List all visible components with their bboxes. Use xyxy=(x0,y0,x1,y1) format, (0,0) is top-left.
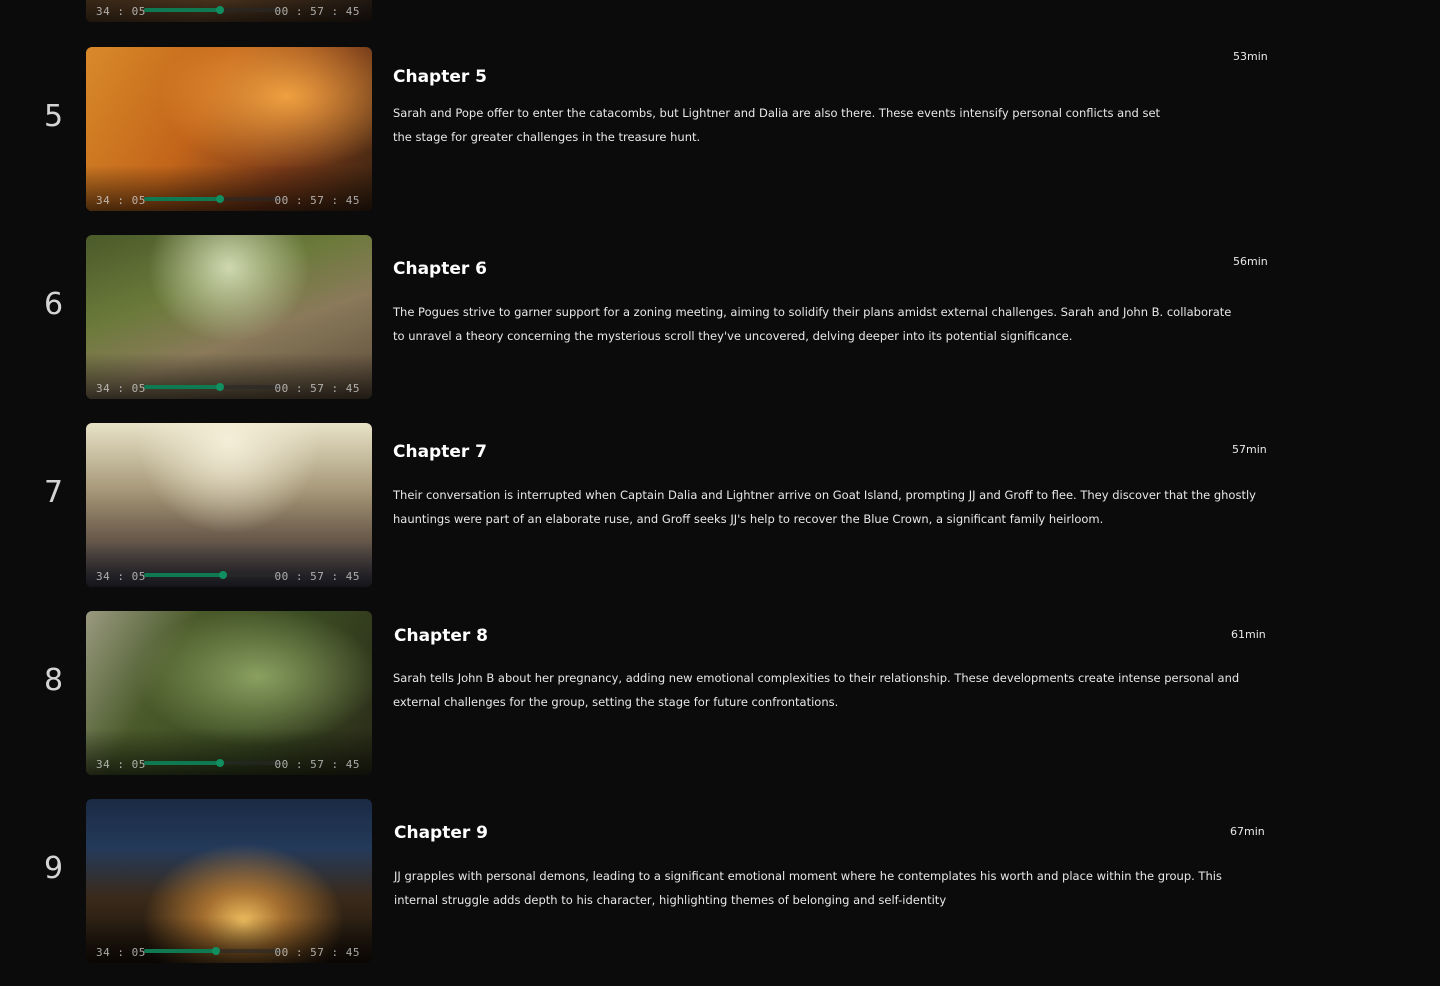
episode-duration: 61min xyxy=(1231,628,1266,641)
episode-duration: 67min xyxy=(1230,825,1265,838)
episode-description: JJ grapples with personal demons, leadin… xyxy=(394,869,1222,907)
progress-bar[interactable] xyxy=(144,6,282,14)
time-elapsed: 34 : 05 xyxy=(96,570,146,583)
episode-duration: 56min xyxy=(1233,255,1268,268)
episode-number: 9 xyxy=(44,851,64,886)
episode-description: Sarah tells John B about her pregnancy, … xyxy=(393,671,1240,709)
time-elapsed: 34 : 05 xyxy=(96,946,146,959)
episode-number: 5 xyxy=(44,99,64,134)
episode-duration: 53min xyxy=(1233,50,1268,63)
episode-thumbnail-partial[interactable]: 34 : 05 00 : 57 : 45 xyxy=(86,0,372,22)
progress-bar[interactable] xyxy=(144,571,282,579)
time-total: 00 : 57 : 45 xyxy=(274,758,360,771)
episode-row[interactable]: 5 34 : 05 00 : 57 : 45 Chapter 5 Sarah a… xyxy=(0,47,1440,211)
episode-title: Chapter 5 xyxy=(393,67,488,87)
episode-description: Their conversation is interrupted when C… xyxy=(393,488,1256,526)
progress-bar[interactable] xyxy=(144,195,282,203)
progress-fill xyxy=(144,197,220,201)
time-elapsed: 34 : 05 xyxy=(96,758,146,771)
time-total: 00 : 57 : 45 xyxy=(274,946,360,959)
episode-number: 7 xyxy=(44,475,64,510)
episode-thumbnail[interactable]: 34 : 05 00 : 57 : 45 xyxy=(86,47,372,211)
progress-bar[interactable] xyxy=(144,947,282,955)
episode-title: Chapter 6 xyxy=(393,259,488,279)
episode-title: Chapter 8 xyxy=(394,626,489,646)
episode-thumbnail[interactable]: 34 : 05 00 : 57 : 45 xyxy=(86,799,372,963)
progress-knob[interactable] xyxy=(215,6,224,14)
time-elapsed: 34 : 05 xyxy=(96,5,146,18)
episode-description: Sarah and Pope offer to enter the cataco… xyxy=(393,106,1161,144)
episode-number: 6 xyxy=(44,287,64,322)
episode-number: 8 xyxy=(44,663,64,698)
episode-description: The Pogues strive to garner support for … xyxy=(393,305,1232,343)
progress-knob[interactable] xyxy=(215,195,224,203)
progress-bar[interactable] xyxy=(144,759,282,767)
time-total: 00 : 57 : 45 xyxy=(274,194,360,207)
episode-thumbnail[interactable]: 34 : 05 00 : 57 : 45 xyxy=(86,611,372,775)
time-elapsed: 34 : 05 xyxy=(96,194,146,207)
episode-row[interactable]: 6 34 : 05 00 : 57 : 45 Chapter 6 The Pog… xyxy=(0,235,1440,399)
progress-knob[interactable] xyxy=(215,759,224,767)
progress-knob[interactable] xyxy=(215,383,224,391)
episode-duration: 57min xyxy=(1232,443,1267,456)
time-elapsed: 34 : 05 xyxy=(96,382,146,395)
progress-fill xyxy=(144,385,220,389)
episode-list-page: 34 : 05 00 : 57 : 45 5 34 : 05 00 : 57 :… xyxy=(0,0,1440,986)
progress-fill xyxy=(144,8,220,12)
progress-fill xyxy=(144,573,223,577)
time-total: 00 : 57 : 45 xyxy=(274,5,360,18)
episode-thumbnail[interactable]: 34 : 05 00 : 57 : 45 xyxy=(86,423,372,587)
episode-title: Chapter 7 xyxy=(393,442,488,462)
progress-knob[interactable] xyxy=(211,947,220,955)
time-total: 00 : 57 : 45 xyxy=(274,382,360,395)
progress-fill xyxy=(144,761,220,765)
episode-row[interactable]: 9 34 : 05 00 : 57 : 45 Chapter 9 JJ grap… xyxy=(0,799,1440,963)
time-total: 00 : 57 : 45 xyxy=(274,570,360,583)
episode-row[interactable]: 8 34 : 05 00 : 57 : 45 Chapter 8 Sarah t… xyxy=(0,611,1440,775)
progress-bar[interactable] xyxy=(144,383,282,391)
episode-thumbnail[interactable]: 34 : 05 00 : 57 : 45 xyxy=(86,235,372,399)
progress-knob[interactable] xyxy=(218,571,227,579)
progress-fill xyxy=(144,949,216,953)
episode-row[interactable]: 7 34 : 05 00 : 57 : 45 Chapter 7 Their c… xyxy=(0,423,1440,587)
episode-title: Chapter 9 xyxy=(394,823,489,843)
